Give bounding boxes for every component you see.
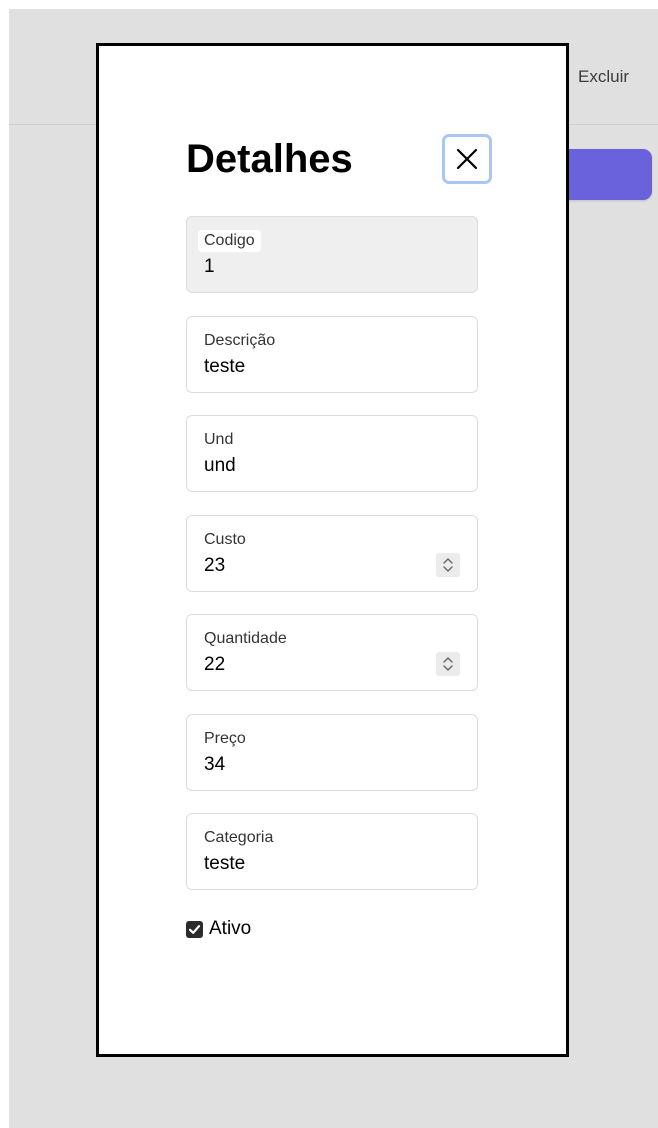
categoria-value: teste (204, 853, 246, 874)
descricao-label: Descrição (204, 332, 276, 349)
und-label: Und (204, 431, 234, 448)
custo-field[interactable]: Custo 23 (186, 515, 478, 592)
descricao-field[interactable]: Descrição teste (186, 316, 478, 393)
custo-label: Custo (204, 531, 246, 548)
quantidade-spinner-icon[interactable] (436, 652, 460, 676)
excluir-button[interactable]: Excluir (578, 67, 629, 87)
preco-label: Preço (204, 730, 246, 747)
close-button[interactable] (442, 134, 492, 184)
codigo-label: Codigo (198, 230, 261, 252)
preco-field[interactable]: Preço 34 (186, 714, 478, 791)
custo-value: 23 (204, 555, 226, 576)
ativo-checkbox-row[interactable]: Ativo (186, 918, 251, 940)
quantidade-value: 22 (204, 654, 226, 675)
check-icon (188, 924, 201, 934)
descricao-value: teste (204, 356, 246, 377)
categoria-field[interactable]: Categoria teste (186, 813, 478, 890)
quantidade-label: Quantidade (204, 630, 287, 647)
und-field[interactable]: Und und (186, 415, 478, 492)
preco-value: 34 (204, 754, 226, 775)
quantidade-field[interactable]: Quantidade 22 (186, 614, 478, 691)
codigo-field[interactable]: Codigo 1 (186, 216, 478, 293)
ativo-checkbox[interactable] (186, 920, 203, 938)
custo-spinner-icon[interactable] (436, 553, 460, 577)
ativo-label: Ativo (209, 918, 252, 939)
primary-action-button[interactable] (558, 149, 652, 200)
close-icon (456, 148, 478, 170)
codigo-value: 1 (204, 256, 215, 277)
categoria-label: Categoria (204, 829, 274, 846)
modal-title: Detalhes (186, 137, 353, 181)
und-value: und (204, 455, 236, 476)
